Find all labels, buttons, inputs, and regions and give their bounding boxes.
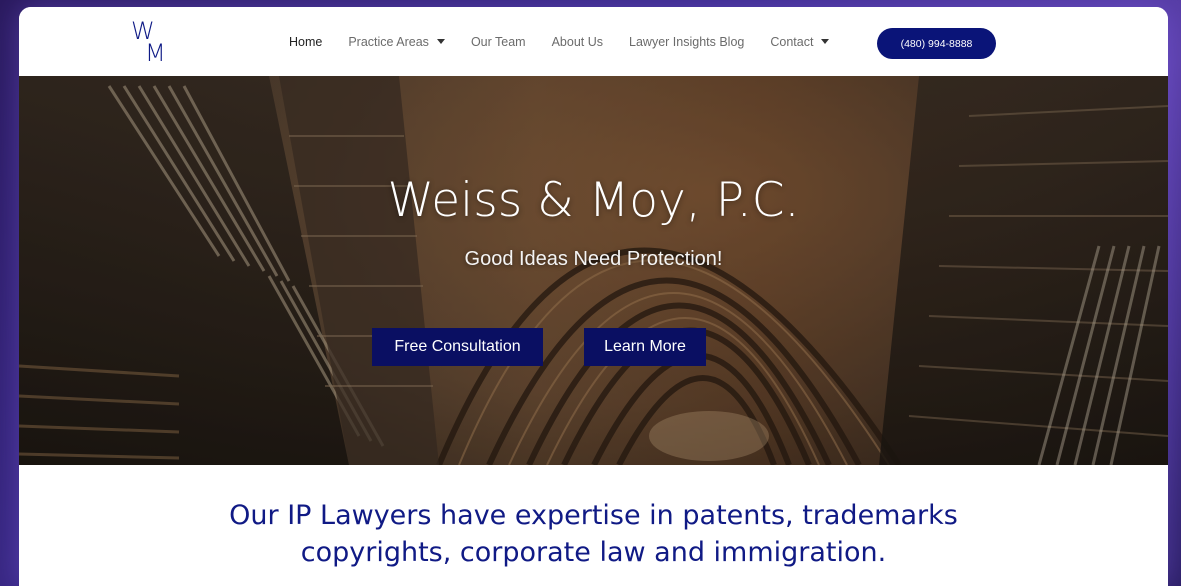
nav-item-our-team[interactable]: Our Team bbox=[471, 35, 526, 49]
hero-banner: Weiss & Moy, P.C. Good Ideas Need Protec… bbox=[19, 76, 1168, 465]
chevron-down-icon bbox=[821, 39, 830, 44]
nav-item-lawyer-insights-blog[interactable]: Lawyer Insights Blog bbox=[629, 35, 744, 49]
learn-more-button[interactable]: Learn More bbox=[584, 328, 706, 366]
main-nav: Home Practice Areas Our Team About Us La… bbox=[289, 7, 855, 76]
nav-item-label: Our Team bbox=[470, 34, 526, 49]
site-header: W M Home Practice Areas Our Team About U… bbox=[19, 7, 1168, 76]
browser-page: W M Home Practice Areas Our Team About U… bbox=[19, 7, 1168, 586]
site-logo[interactable]: W M bbox=[131, 17, 175, 67]
free-consultation-button[interactable]: Free Consultation bbox=[372, 328, 543, 366]
nav-item-label: Contact bbox=[770, 34, 814, 49]
tagline: Our IP Lawyers have expertise in patents… bbox=[19, 497, 1168, 571]
hero-title: Weiss & Moy, P.C. bbox=[387, 173, 800, 228]
nav-item-label: Lawyer Insights Blog bbox=[629, 34, 745, 49]
nav-item-practice-areas[interactable]: Practice Areas bbox=[348, 35, 445, 49]
nav-item-label: About Us bbox=[551, 34, 604, 49]
logo-letter-m: M bbox=[145, 39, 166, 67]
nav-item-label: Practice Areas bbox=[348, 34, 429, 49]
hero-subtitle: Good Ideas Need Protection! bbox=[464, 248, 723, 270]
nav-item-label: Home bbox=[289, 34, 323, 49]
tagline-line-2: copyrights, corporate law and immigratio… bbox=[300, 537, 887, 568]
nav-item-about-us[interactable]: About Us bbox=[552, 35, 603, 49]
chevron-down-icon bbox=[436, 39, 445, 44]
nav-item-home[interactable]: Home bbox=[289, 35, 322, 49]
phone-button[interactable]: (480) 994-8888 bbox=[877, 28, 996, 59]
tagline-line-1: Our IP Lawyers have expertise in patents… bbox=[229, 500, 958, 531]
nav-item-contact[interactable]: Contact bbox=[770, 34, 830, 49]
